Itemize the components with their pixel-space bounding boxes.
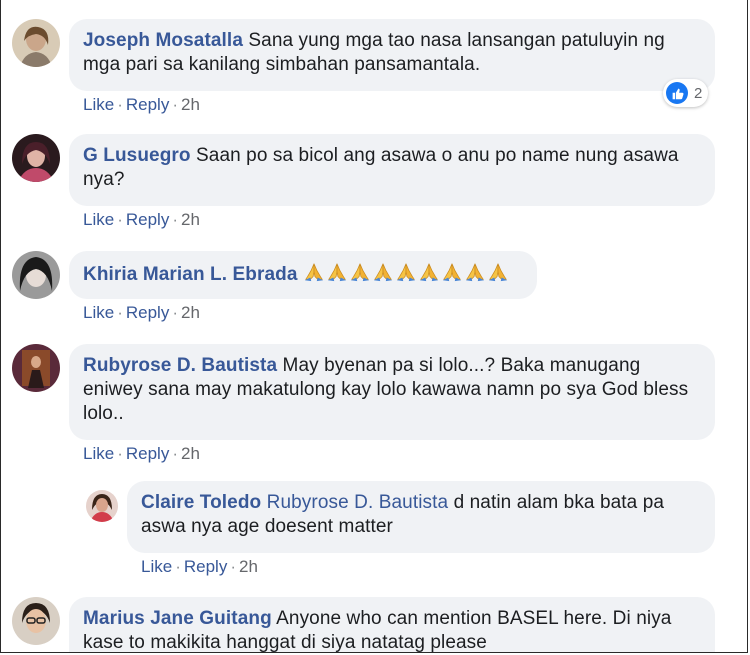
comment-time[interactable]: 2h: [181, 303, 200, 322]
folded-hands-emoji: [304, 263, 324, 282]
comment-bubble: G Lusuegro Saan po sa bicol ang asawa o …: [69, 134, 715, 206]
comment-bubble: Khiria Marian L. Ebrada: [69, 251, 537, 299]
comment-bubble: Joseph Mosatalla Sana yung mga tao nasa …: [69, 19, 715, 91]
reply-link[interactable]: Reply: [126, 95, 169, 114]
reply-link[interactable]: Reply: [126, 444, 169, 463]
reply-link[interactable]: Reply: [126, 210, 169, 229]
avatar[interactable]: [12, 344, 60, 392]
like-link[interactable]: Like: [83, 303, 114, 322]
like-link[interactable]: Like: [141, 557, 172, 576]
folded-hands-emoji: [350, 263, 370, 282]
folded-hands-emoji: [465, 263, 485, 282]
avatar[interactable]: [86, 490, 118, 522]
thumbs-up-icon: [666, 82, 688, 104]
comment-author[interactable]: Rubyrose D. Bautista: [83, 355, 277, 376]
reaction-count: 2: [694, 84, 703, 102]
folded-hands-emoji: [373, 263, 393, 282]
comment-time[interactable]: 2h: [239, 557, 258, 576]
comment-actions: Like · Reply · 2h: [83, 210, 200, 229]
like-link[interactable]: Like: [83, 95, 114, 114]
comment-actions: Like · Reply · 2h: [83, 95, 200, 114]
comment-author[interactable]: Marius Jane Guitang: [83, 608, 272, 629]
folded-hands-emoji-row: [303, 263, 510, 285]
comment-time[interactable]: 2h: [181, 444, 200, 463]
reply-link[interactable]: Reply: [184, 557, 227, 576]
like-link[interactable]: Like: [83, 444, 114, 463]
avatar[interactable]: [12, 251, 60, 299]
comment-actions: Like · Reply · 2h: [83, 303, 200, 322]
mention-link[interactable]: Rubyrose D. Bautista: [267, 492, 449, 513]
avatar[interactable]: [12, 597, 60, 645]
reply-bubble: Claire Toledo Rubyrose D. Bautista d nat…: [127, 481, 715, 553]
comment-time[interactable]: 2h: [181, 210, 200, 229]
folded-hands-emoji: [396, 263, 416, 282]
comment-actions: Like · Reply · 2h: [83, 444, 200, 463]
reply-link[interactable]: Reply: [126, 303, 169, 322]
folded-hands-emoji: [419, 263, 439, 282]
comment-thread: Joseph Mosatalla Sana yung mga tao nasa …: [0, 0, 748, 653]
avatar-photo: [86, 490, 118, 522]
avatar-photo: [12, 597, 60, 645]
reaction-summary[interactable]: 2: [663, 79, 709, 107]
folded-hands-emoji: [488, 263, 508, 282]
comment-author[interactable]: Khiria Marian L. Ebrada: [83, 264, 298, 285]
folded-hands-emoji: [442, 263, 462, 282]
avatar-photo: [12, 134, 60, 182]
comment-author[interactable]: G Lusuegro: [83, 145, 191, 166]
avatar-photo: [12, 19, 60, 67]
avatar-photo: [12, 251, 60, 299]
folded-hands-emoji: [327, 263, 347, 282]
comment-bubble: Marius Jane Guitang Anyone who can menti…: [69, 597, 715, 652]
comment-time[interactable]: 2h: [181, 95, 200, 114]
comment-author[interactable]: Joseph Mosatalla: [83, 30, 243, 51]
avatar[interactable]: [12, 19, 60, 67]
like-link[interactable]: Like: [83, 210, 114, 229]
comment-actions: Like · Reply · 2h: [141, 557, 258, 576]
comment-author[interactable]: Claire Toledo: [141, 492, 261, 513]
comment-bubble: Rubyrose D. Bautista May byenan pa si lo…: [69, 344, 715, 440]
avatar[interactable]: [12, 134, 60, 182]
avatar-photo: [12, 344, 60, 392]
